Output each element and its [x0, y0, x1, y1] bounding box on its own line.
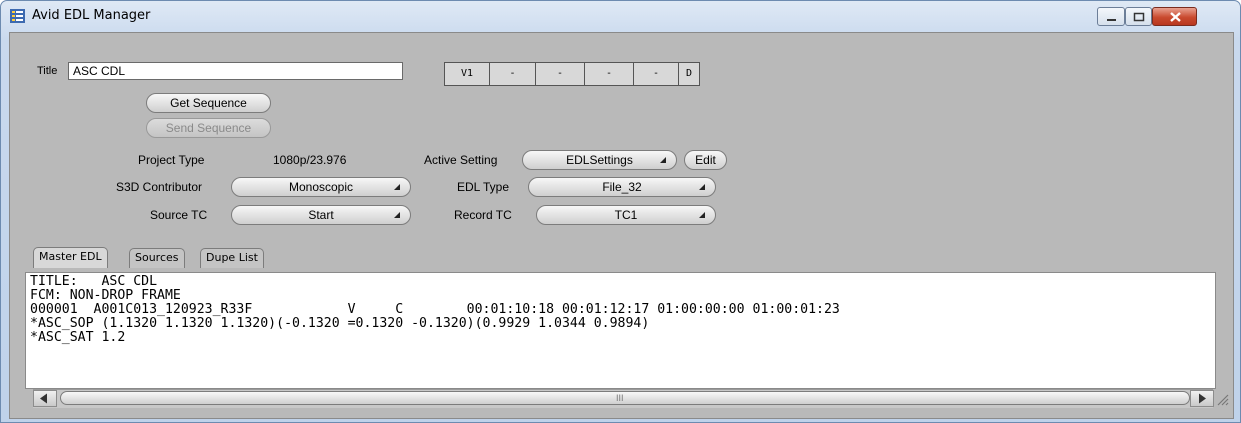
track-d[interactable]: D: [678, 62, 700, 86]
title-label: Title: [37, 65, 58, 77]
get-sequence-button[interactable]: Get Sequence: [146, 93, 271, 113]
maximize-icon: [1133, 12, 1145, 22]
edl-type-label: EDL Type: [457, 180, 510, 194]
edit-button[interactable]: Edit: [684, 150, 727, 170]
s3d-contributor-label: S3D Contributor: [116, 180, 203, 194]
record-tc-label: Record TC: [454, 208, 512, 222]
chevron-down-icon: [699, 184, 705, 190]
scroll-left-button[interactable]: [33, 390, 57, 407]
chevron-down-icon: [699, 212, 705, 218]
window-title: Avid EDL Manager: [32, 8, 151, 23]
track-v1[interactable]: V1: [444, 62, 490, 86]
close-icon: [1170, 12, 1181, 22]
edl-type-value: File_32: [602, 180, 642, 194]
s3d-contributor-value: Monoscopic: [288, 180, 354, 194]
project-type-label: Project Type: [138, 153, 205, 167]
title-input[interactable]: [68, 62, 403, 80]
record-tc-value: TC1: [614, 208, 638, 222]
active-setting-dropdown[interactable]: EDLSettings: [522, 150, 677, 170]
active-setting-label: Active Setting: [424, 153, 498, 167]
record-tc-dropdown[interactable]: TC1: [536, 205, 716, 225]
edl-line: *ASC_SOP (1.1320 1.1320 1.1320)(-0.1320 …: [30, 316, 650, 331]
source-tc-label: Source TC: [150, 208, 208, 222]
edl-line: *ASC_SAT 1.2: [30, 330, 126, 345]
edl-content: TITLE: ASC CDL FCM: NON-DROP FRAME 00000…: [30, 275, 840, 345]
chevron-down-icon: [394, 184, 400, 190]
minimize-icon: [1107, 19, 1116, 21]
track-slot[interactable]: -: [535, 62, 585, 86]
track-slot[interactable]: -: [489, 62, 536, 86]
tab-master-edl[interactable]: Master EDL: [33, 247, 108, 268]
tab-dupe-list[interactable]: Dupe List: [200, 248, 264, 268]
source-tc-dropdown[interactable]: Start: [231, 205, 411, 225]
arrow-right-icon: [1199, 393, 1206, 404]
edl-text-area[interactable]: TITLE: ASC CDL FCM: NON-DROP FRAME 00000…: [25, 272, 1216, 389]
edl-line: 000001 A001C013_120923_R33F V C 00:01:10…: [30, 302, 840, 317]
horizontal-scrollbar[interactable]: III: [33, 389, 1214, 408]
maximize-button[interactable]: [1125, 7, 1152, 26]
tab-sources[interactable]: Sources: [129, 248, 185, 268]
chevron-down-icon: [660, 157, 666, 163]
scroll-right-button[interactable]: [1190, 390, 1214, 407]
active-setting-value: EDLSettings: [566, 153, 633, 167]
arrow-left-icon: [40, 393, 47, 404]
thumb-grip: III: [616, 393, 624, 403]
edl-list-icon: [10, 9, 25, 23]
edl-type-dropdown[interactable]: File_32: [528, 177, 716, 197]
source-tc-value: Start: [308, 208, 334, 222]
track-slot[interactable]: -: [584, 62, 634, 86]
scrollbar-thumb[interactable]: III: [60, 391, 1190, 405]
resize-grip-icon[interactable]: [1213, 390, 1229, 406]
track-slot[interactable]: -: [633, 62, 679, 86]
send-sequence-button[interactable]: Send Sequence: [146, 118, 271, 138]
close-button[interactable]: [1152, 7, 1197, 26]
edl-line: TITLE: ASC CDL: [30, 274, 158, 289]
project-type-value: 1080p/23.976: [273, 153, 347, 167]
title-bar[interactable]: Avid EDL Manager: [1, 1, 1240, 31]
chevron-down-icon: [394, 212, 400, 218]
minimize-button[interactable]: [1097, 7, 1125, 26]
edl-line: FCM: NON-DROP FRAME: [30, 288, 181, 303]
s3d-contributor-dropdown[interactable]: Monoscopic: [231, 177, 411, 197]
